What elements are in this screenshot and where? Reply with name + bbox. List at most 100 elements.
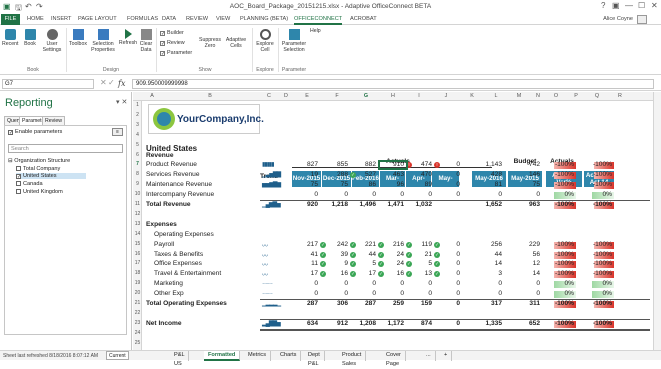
- value-cell[interactable]: 0: [372, 290, 376, 297]
- value-cell[interactable]: 0%: [602, 280, 612, 287]
- value-cell[interactable]: 306: [337, 300, 348, 307]
- value-cell[interactable]: 229: [529, 241, 540, 248]
- column-header[interactable]: C: [258, 93, 280, 99]
- clear-data-button[interactable]: Clear Data: [139, 29, 153, 53]
- row-header[interactable]: 22: [133, 310, 142, 316]
- book-properties-button[interactable]: Book: [21, 29, 39, 47]
- value-cell[interactable]: 0: [456, 280, 460, 287]
- value-cell[interactable]: 216: [393, 241, 404, 248]
- enter-icon[interactable]: ✓: [108, 78, 115, 87]
- column-title-box[interactable]: May-2016: [432, 171, 459, 198]
- value-cell[interactable]: 3: [498, 270, 502, 277]
- value-cell[interactable]: 317: [491, 300, 502, 307]
- help-button[interactable]: Help: [310, 28, 332, 34]
- value-cell[interactable]: 16: [397, 270, 404, 277]
- value-cell[interactable]: -100%: [593, 320, 612, 327]
- close-button[interactable]: ✕: [651, 1, 658, 10]
- row-header[interactable]: 19: [133, 280, 142, 286]
- value-cell[interactable]: 874: [421, 320, 432, 327]
- value-cell[interactable]: 75: [533, 181, 540, 188]
- value-cell[interactable]: 39: [341, 251, 348, 258]
- value-cell[interactable]: 11: [311, 260, 318, 267]
- row-header[interactable]: 11: [133, 201, 142, 207]
- value-cell[interactable]: 0%: [602, 290, 612, 297]
- tree-item-united-kingdom[interactable]: United Kingdom: [16, 189, 63, 195]
- value-cell[interactable]: 259: [393, 300, 404, 307]
- adaptive-cells-button[interactable]: Adaptive Cells: [224, 37, 248, 49]
- value-cell[interactable]: 288: [337, 171, 348, 178]
- row-label[interactable]: Total Revenue: [146, 201, 191, 208]
- value-cell[interactable]: 256: [491, 241, 502, 248]
- value-cell[interactable]: 855: [337, 161, 348, 168]
- value-cell[interactable]: 0%: [564, 280, 574, 287]
- tree-item-united-states[interactable]: ✓ United States: [16, 173, 86, 180]
- value-cell[interactable]: 0: [400, 290, 404, 297]
- value-cell[interactable]: -100%: [555, 320, 574, 327]
- value-cell[interactable]: 827: [307, 161, 318, 168]
- selection-properties-button[interactable]: Selection Properties: [90, 29, 116, 53]
- value-cell[interactable]: 463: [393, 171, 404, 178]
- column-header[interactable]: N: [530, 93, 546, 99]
- function-icon[interactable]: fx: [118, 79, 125, 88]
- row-label[interactable]: Expenses: [146, 221, 177, 228]
- name-box[interactable]: G7: [2, 79, 94, 89]
- row-header[interactable]: 10: [133, 191, 142, 197]
- value-cell[interactable]: 963: [529, 201, 540, 208]
- explore-cell-button[interactable]: Explore Cell: [254, 29, 276, 53]
- row-header[interactable]: 12: [133, 211, 142, 217]
- value-cell[interactable]: 119: [421, 241, 432, 248]
- value-cell[interactable]: 634: [307, 320, 318, 327]
- value-cell[interactable]: 0: [428, 290, 432, 297]
- formula-input[interactable]: 909.950009999998: [132, 79, 654, 89]
- value-cell[interactable]: 1,208: [359, 320, 376, 327]
- row-label[interactable]: Product Revenue: [146, 161, 197, 168]
- row-label[interactable]: Operating Expenses: [154, 231, 214, 238]
- value-cell[interactable]: -100%: [555, 260, 574, 267]
- value-cell[interactable]: 0: [456, 181, 460, 188]
- row-label[interactable]: Other Exp: [154, 290, 184, 297]
- value-cell[interactable]: -100%: [555, 270, 574, 277]
- tab-officeconnect[interactable]: OFFICECONNECT: [294, 16, 343, 25]
- tab-review[interactable]: REVIEW: [186, 16, 208, 22]
- value-cell[interactable]: -100%: [555, 241, 574, 248]
- toolbox-button[interactable]: Toolbox: [68, 29, 88, 47]
- value-cell[interactable]: 96: [397, 181, 404, 188]
- row-label[interactable]: Marketing: [154, 280, 183, 287]
- value-cell[interactable]: 0: [536, 280, 540, 287]
- column-header[interactable]: D: [280, 93, 292, 99]
- row-label[interactable]: Intercompany Revenue: [146, 191, 214, 198]
- value-cell[interactable]: 5: [428, 260, 432, 267]
- row-header[interactable]: 5: [133, 142, 142, 148]
- worksheet-grid[interactable]: YourCompany,Inc. United States Actuals B…: [142, 101, 653, 350]
- value-cell[interactable]: -100%: [593, 181, 612, 188]
- value-cell[interactable]: 0: [456, 191, 460, 198]
- value-cell[interactable]: 1,032: [415, 201, 432, 208]
- value-cell[interactable]: 0: [428, 191, 432, 198]
- value-cell[interactable]: -100%: [593, 171, 612, 178]
- builder-checkbox[interactable]: ✓ Builder: [160, 30, 184, 37]
- column-header[interactable]: Q: [586, 93, 608, 99]
- value-cell[interactable]: 21: [425, 251, 432, 258]
- row-label[interactable]: Office Expenses: [154, 260, 202, 267]
- search-input[interactable]: Search: [8, 144, 123, 153]
- value-cell[interactable]: 41: [311, 251, 318, 258]
- suppress-zero-button[interactable]: Suppress Zero: [198, 37, 222, 49]
- user-name[interactable]: Alice Coyne: [603, 16, 633, 22]
- value-cell[interactable]: -100%: [555, 171, 574, 178]
- value-cell[interactable]: -100%: [555, 251, 574, 258]
- minimize-button[interactable]: —: [625, 1, 633, 10]
- value-cell[interactable]: 0: [456, 270, 460, 277]
- value-cell[interactable]: -100%: [555, 181, 574, 188]
- value-cell[interactable]: 75: [341, 181, 348, 188]
- value-cell[interactable]: 1,496: [359, 201, 376, 208]
- value-cell[interactable]: 44: [495, 251, 502, 258]
- row-header[interactable]: 8: [133, 171, 142, 177]
- column-header[interactable]: K: [460, 93, 484, 99]
- value-cell[interactable]: 44: [369, 251, 376, 258]
- pane-menu-icon[interactable]: ≡: [112, 128, 123, 136]
- value-cell[interactable]: 0: [456, 290, 460, 297]
- value-cell[interactable]: -100%: [593, 300, 612, 307]
- value-cell[interactable]: 287: [307, 300, 318, 307]
- row-header[interactable]: 21: [133, 300, 142, 306]
- value-cell[interactable]: 0%: [564, 191, 574, 198]
